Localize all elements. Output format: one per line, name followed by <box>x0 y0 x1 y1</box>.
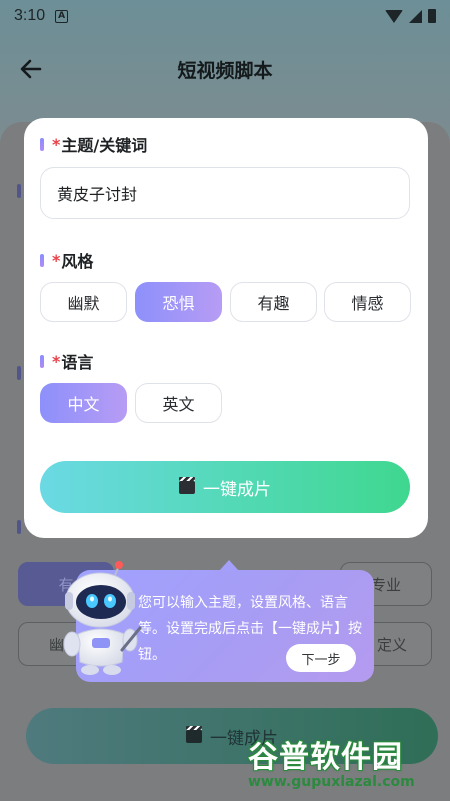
label-marker <box>40 253 44 267</box>
status-time: 3:10 <box>14 7 46 24</box>
style-option-fun[interactable]: 有趣 <box>230 282 317 322</box>
label-marker <box>40 354 44 368</box>
tooltip-arrow <box>219 560 239 571</box>
required-mark: * <box>52 351 61 371</box>
watermark: 谷普软件园 www.gupuxlazal.com <box>248 732 446 798</box>
topic-label: * 主题/关键词 <box>40 132 147 156</box>
back-arrow-icon[interactable] <box>18 56 44 82</box>
required-mark: * <box>52 134 61 154</box>
notification-icon: A <box>55 9 69 23</box>
status-bar: 3:10 A <box>0 0 450 32</box>
language-option-chinese[interactable]: 中文 <box>40 383 127 423</box>
watermark-logo: 谷普软件园 <box>248 740 403 775</box>
style-option-emotion[interactable]: 情感 <box>324 282 411 322</box>
background-label-mark <box>17 520 21 534</box>
top-bar: 短视频脚本 <box>0 44 450 94</box>
language-label-text: 语言 <box>61 353 94 372</box>
clapper-icon <box>186 725 202 743</box>
signal-icon <box>409 9 422 23</box>
clapper-icon <box>179 476 195 494</box>
wifi-icon <box>385 9 403 23</box>
style-label: * 风格 <box>40 248 93 272</box>
required-mark: * <box>52 250 61 270</box>
label-marker <box>40 137 44 151</box>
topic-label-text: 主题/关键词 <box>61 136 148 155</box>
status-icons <box>385 9 436 23</box>
settings-modal: * 主题/关键词 * 风格 幽默 恐惧 有趣 情感 * 语言 中文 英文 一键成… <box>24 118 428 538</box>
next-step-button[interactable]: 下一步 <box>286 644 356 672</box>
style-option-humor[interactable]: 幽默 <box>40 282 127 322</box>
robot-mascot-icon <box>63 561 142 675</box>
style-label-text: 风格 <box>61 252 94 271</box>
background-label-mark <box>17 366 21 380</box>
create-video-label: 一键成片 <box>203 479 271 500</box>
language-option-english[interactable]: 英文 <box>135 383 222 423</box>
topic-input[interactable] <box>40 167 410 219</box>
battery-icon <box>428 9 436 23</box>
style-option-fear[interactable]: 恐惧 <box>135 282 222 322</box>
background-label-mark <box>17 184 21 198</box>
language-label: * 语言 <box>40 349 93 373</box>
page-title: 短视频脚本 <box>177 59 273 82</box>
create-video-button[interactable]: 一键成片 <box>40 461 410 513</box>
watermark-url: www.gupuxlazal.com <box>248 774 415 790</box>
